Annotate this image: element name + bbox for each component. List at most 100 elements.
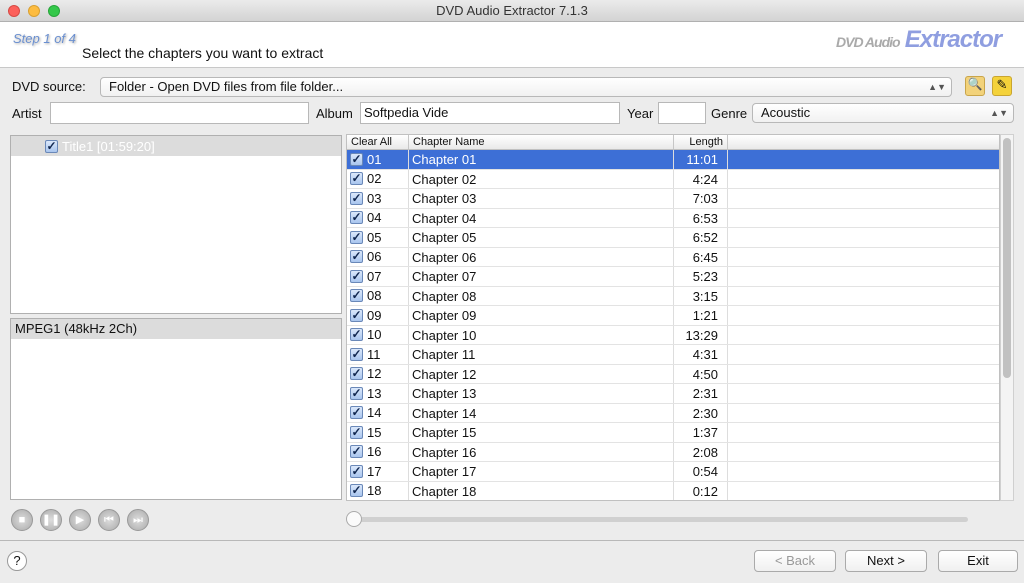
table-row[interactable]: ✓ 16 Chapter 16 2:08 bbox=[347, 442, 999, 462]
chapter-name: Chapter 11 bbox=[409, 345, 674, 364]
dvd-source-select[interactable]: Folder - Open DVD files from file folder… bbox=[100, 77, 952, 97]
previous-button[interactable]: ⏮ bbox=[98, 509, 120, 531]
stop-button[interactable]: ■ bbox=[11, 509, 33, 531]
table-row[interactable]: ✓ 12 Chapter 12 4:50 bbox=[347, 364, 999, 384]
year-input[interactable] bbox=[658, 102, 706, 124]
back-button[interactable]: < Back bbox=[754, 550, 836, 572]
play-button[interactable]: ▶ bbox=[69, 509, 91, 531]
open-folder-icon[interactable]: 🔍 bbox=[965, 76, 985, 96]
minimize-button[interactable] bbox=[28, 5, 40, 17]
chapter-name: Chapter 17 bbox=[409, 462, 674, 481]
album-input[interactable]: Softpedia Vide bbox=[360, 102, 620, 124]
checkbox[interactable]: ✓ bbox=[350, 250, 363, 264]
genre-select[interactable]: Acoustic ▲▼ bbox=[752, 103, 1014, 123]
title-item[interactable]: ✓ Title1 [01:59:20] bbox=[11, 136, 341, 156]
checkbox[interactable]: ✓ bbox=[350, 211, 363, 225]
table-row[interactable]: ✓ 03 Chapter 03 7:03 bbox=[347, 189, 999, 209]
audio-stream-list[interactable]: MPEG1 (48kHz 2Ch) bbox=[10, 318, 342, 500]
chapter-name: Chapter 12 bbox=[409, 364, 674, 383]
chapter-name: Chapter 02 bbox=[409, 169, 674, 188]
table-row[interactable]: ✓ 09 Chapter 09 1:21 bbox=[347, 306, 999, 326]
chapter-number: 18 bbox=[367, 483, 382, 499]
chapter-name: Chapter 13 bbox=[409, 384, 674, 403]
page-subtitle: Select the chapters you want to extract bbox=[82, 45, 324, 61]
zoom-button[interactable] bbox=[48, 5, 60, 17]
updown-icon: ▲▼ bbox=[928, 82, 946, 92]
help-button[interactable]: ? bbox=[7, 551, 27, 571]
chapter-name: Chapter 09 bbox=[409, 306, 674, 325]
window-title: DVD Audio Extractor 7.1.3 bbox=[436, 3, 588, 18]
table-row[interactable]: ✓ 05 Chapter 05 6:52 bbox=[347, 228, 999, 248]
chapter-number: 10 bbox=[367, 327, 382, 343]
table-row[interactable]: ✓ 18 Chapter 18 0:12 bbox=[347, 481, 999, 500]
chapter-number: 12 bbox=[367, 366, 382, 382]
chapter-length: 13:29 bbox=[674, 325, 728, 344]
next-track-button[interactable]: ⏭ bbox=[127, 509, 149, 531]
length-header[interactable]: Length bbox=[674, 135, 728, 149]
seek-slider-knob[interactable] bbox=[346, 511, 362, 527]
checkbox[interactable]: ✓ bbox=[45, 139, 58, 153]
checkbox[interactable]: ✓ bbox=[350, 347, 363, 361]
checkbox[interactable]: ✓ bbox=[350, 308, 363, 322]
checkbox[interactable]: ✓ bbox=[350, 367, 363, 381]
table-row[interactable]: ✓ 07 Chapter 07 5:23 bbox=[347, 267, 999, 287]
table-row[interactable]: ✓ 15 Chapter 15 1:37 bbox=[347, 423, 999, 443]
next-button[interactable]: Next > bbox=[845, 550, 927, 572]
chapter-name: Chapter 06 bbox=[409, 247, 674, 266]
chapter-number: 08 bbox=[367, 288, 382, 304]
edit-icon[interactable]: ✎ bbox=[992, 76, 1012, 96]
table-row[interactable]: ✓ 02 Chapter 02 4:24 bbox=[347, 169, 999, 189]
chapter-length: 4:50 bbox=[674, 364, 728, 383]
chapter-length: 11:01 bbox=[674, 150, 728, 169]
checkbox[interactable]: ✓ bbox=[350, 269, 363, 283]
scrollbar-thumb[interactable] bbox=[1003, 138, 1011, 378]
clear-all-button[interactable]: Clear All bbox=[347, 135, 409, 149]
checkbox[interactable]: ✓ bbox=[350, 386, 363, 400]
table-row[interactable]: ✓ 01 Chapter 01 11:01 bbox=[347, 150, 999, 170]
table-row[interactable]: ✓ 17 Chapter 17 0:54 bbox=[347, 462, 999, 482]
chapter-number: 04 bbox=[367, 210, 382, 226]
chapter-name-header[interactable]: Chapter Name bbox=[409, 135, 674, 149]
table-row[interactable]: ✓ 08 Chapter 08 3:15 bbox=[347, 286, 999, 306]
exit-button[interactable]: Exit bbox=[938, 550, 1018, 572]
checkbox[interactable]: ✓ bbox=[350, 445, 363, 459]
album-label: Album bbox=[316, 106, 353, 121]
chapter-name: Chapter 03 bbox=[409, 189, 674, 208]
table-row[interactable]: ✓ 06 Chapter 06 6:45 bbox=[347, 247, 999, 267]
chapter-length: 2:30 bbox=[674, 403, 728, 422]
table-row[interactable]: ✓ 13 Chapter 13 2:31 bbox=[347, 384, 999, 404]
chapter-name: Chapter 14 bbox=[409, 403, 674, 422]
checkbox[interactable]: ✓ bbox=[350, 172, 363, 186]
checkbox[interactable]: ✓ bbox=[350, 152, 363, 166]
checkbox[interactable]: ✓ bbox=[350, 289, 363, 303]
chapter-name: Chapter 01 bbox=[409, 150, 674, 169]
checkbox[interactable]: ✓ bbox=[350, 484, 363, 498]
checkbox[interactable]: ✓ bbox=[350, 191, 363, 205]
chapter-number: 07 bbox=[367, 268, 382, 284]
logo: DVD Audio Extractor bbox=[836, 26, 1002, 53]
artist-input[interactable] bbox=[50, 102, 309, 124]
checkbox[interactable]: ✓ bbox=[350, 425, 363, 439]
chapter-name: Chapter 10 bbox=[409, 325, 674, 344]
table-row[interactable]: ✓ 14 Chapter 14 2:30 bbox=[347, 403, 999, 423]
chapter-number: 06 bbox=[367, 249, 382, 265]
divider bbox=[0, 540, 1024, 541]
pause-button[interactable]: ❚❚ bbox=[40, 509, 62, 531]
chapter-name: Chapter 07 bbox=[409, 267, 674, 286]
chapter-number: 02 bbox=[367, 171, 382, 187]
chapter-number: 13 bbox=[367, 385, 382, 401]
seek-slider[interactable] bbox=[352, 517, 968, 522]
chapter-number: 14 bbox=[367, 405, 382, 421]
titles-list[interactable]: ✓ Title1 [01:59:20] bbox=[10, 135, 342, 314]
checkbox[interactable]: ✓ bbox=[350, 406, 363, 420]
checkbox[interactable]: ✓ bbox=[350, 230, 363, 244]
table-row[interactable]: ✓ 04 Chapter 04 6:53 bbox=[347, 208, 999, 228]
table-row[interactable]: ✓ 10 Chapter 10 13:29 bbox=[347, 325, 999, 345]
audio-stream-item[interactable]: MPEG1 (48kHz 2Ch) bbox=[11, 319, 341, 339]
checkbox[interactable]: ✓ bbox=[350, 328, 363, 342]
chapter-length: 6:53 bbox=[674, 208, 728, 227]
checkbox[interactable]: ✓ bbox=[350, 464, 363, 478]
table-row[interactable]: ✓ 11 Chapter 11 4:31 bbox=[347, 345, 999, 365]
chapter-number: 15 bbox=[367, 424, 382, 440]
close-button[interactable] bbox=[8, 5, 20, 17]
